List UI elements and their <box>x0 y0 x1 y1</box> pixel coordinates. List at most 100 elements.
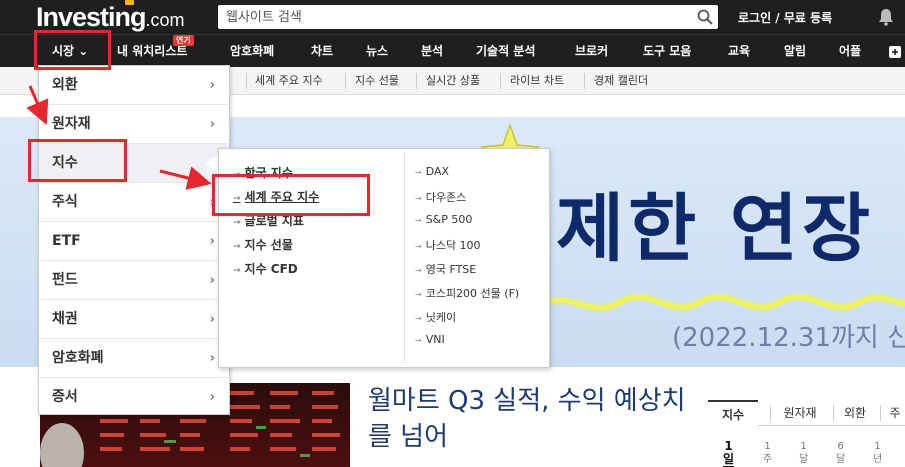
annotation-box-world-indices <box>212 174 370 216</box>
site-logo[interactable]: Investing.com <box>36 2 185 33</box>
annotation-arrow-icon <box>159 166 212 190</box>
market-tabs: 지수 원자재 외환 주 <box>708 400 905 426</box>
tab-divider <box>770 405 771 421</box>
flyout-nikkei[interactable]: → 닛케이 <box>415 309 456 325</box>
flyout-sp500[interactable]: → S&P 500 <box>415 213 472 226</box>
annotation-box-indices <box>28 139 127 182</box>
nav-news[interactable]: 뉴스 <box>366 35 388 68</box>
chevron-right-icon: › <box>209 234 215 249</box>
period-unit: 주 <box>763 454 773 465</box>
arrow-right-icon: → <box>415 336 422 345</box>
arrow-right-icon: → <box>415 266 422 275</box>
nav-brokers[interactable]: 브로커 <box>575 35 608 68</box>
subnav-economic-calendar[interactable]: 경제 캘린더 <box>594 67 648 95</box>
tab-commodities[interactable]: 원자재 <box>772 400 828 426</box>
dropdown-item-label: 외환 <box>52 77 78 93</box>
subnav-world-indices[interactable]: 세계 주요 지수 <box>255 67 323 95</box>
flyout-item-label: S&P 500 <box>425 213 473 226</box>
flyout-ftse[interactable]: → 영국 FTSE <box>415 261 476 277</box>
dropdown-item-crypto[interactable]: 암호화폐 › <box>39 339 229 378</box>
tab-indices[interactable]: 지수 <box>708 400 758 426</box>
nav-apps[interactable]: 어플 <box>839 35 861 68</box>
tab-stocks[interactable]: 주 <box>884 400 905 426</box>
banner-title: 제한 연장 <box>556 186 875 272</box>
flyout-item-label: 지수 CFD <box>244 262 298 276</box>
flyout-index-cfd[interactable]: → 지수 CFD <box>233 260 298 277</box>
dropdown-item-label: 증서 <box>52 389 78 405</box>
subnav-divider <box>416 73 417 89</box>
flyout-item-label: 닛케이 <box>425 311 457 324</box>
flyout-dow-jones[interactable]: → 다우존스 <box>415 189 466 205</box>
dropdown-item-label: 원자재 <box>52 116 91 132</box>
arrow-right-icon: → <box>415 314 422 323</box>
arrow-right-icon: → <box>415 194 422 203</box>
bell-icon[interactable] <box>878 8 894 26</box>
dropdown-item-label: ETF <box>52 233 81 249</box>
dropdown-item-certificates[interactable]: 증서 › <box>39 378 229 417</box>
dropdown-item-forex[interactable]: 외환 › <box>39 66 229 105</box>
flyout-item-label: 지수 선물 <box>244 238 293 252</box>
flyout-vni[interactable]: → VNI <box>415 333 445 346</box>
flyout-item-label: 다우존스 <box>425 191 467 204</box>
flyout-item-label: 영국 FTSE <box>425 263 477 276</box>
dropdown-item-funds[interactable]: 펀드 › <box>39 261 229 300</box>
search-icon[interactable] <box>696 8 714 26</box>
tab-divider <box>880 405 881 421</box>
subnav-index-futures[interactable]: 지수 선물 <box>355 67 399 95</box>
search-input[interactable] <box>226 8 686 26</box>
logo-suffix: .com <box>145 10 185 30</box>
flyout-dax[interactable]: → DAX <box>415 165 449 178</box>
annotation-box-markets <box>34 30 111 70</box>
dropdown-item-bonds[interactable]: 채권 › <box>39 300 229 339</box>
period-6month[interactable]: 6 달 <box>836 440 845 466</box>
period-value: 6 <box>837 441 844 452</box>
nav-analysis[interactable]: 분석 <box>421 35 443 68</box>
flyout-item-label: 코스피200 선물 (F) <box>425 287 520 300</box>
flyout-index-futures[interactable]: → 지수 선물 <box>233 236 293 253</box>
nav-charts[interactable]: 차트 <box>311 35 333 68</box>
flyout-kospi200-futures[interactable]: → 코스피200 선물 (F) <box>415 285 519 301</box>
flyout-nasdaq100[interactable]: → 나스닥 100 <box>415 237 481 253</box>
logo-text: Investing <box>36 2 147 32</box>
nav-alerts[interactable]: 알림 <box>784 35 806 68</box>
period-unit: 달 <box>836 454 846 465</box>
subnav-live-commodities[interactable]: 실시간 상품 <box>426 67 480 95</box>
period-value: 1 <box>874 441 881 452</box>
nav-tools[interactable]: 도구 모음 <box>643 35 691 68</box>
period-1week[interactable]: 1 주 <box>763 440 772 466</box>
dropdown-item-label: 펀드 <box>52 272 78 288</box>
chevron-right-icon: › <box>209 117 215 132</box>
tab-forex[interactable]: 외환 <box>835 400 875 426</box>
period-1day[interactable]: 1 일 <box>723 440 735 467</box>
annotation-arrow-icon <box>26 85 49 126</box>
period-value: 1 <box>764 441 771 452</box>
tab-divider <box>833 405 834 421</box>
nav-technical[interactable]: 기술적 분석 <box>476 35 535 68</box>
chevron-right-icon: › <box>209 78 215 93</box>
arrow-right-icon: → <box>233 266 241 276</box>
login-link[interactable]: 로그인 / 무료 등록 <box>738 9 832 26</box>
period-1month[interactable]: 1 달 <box>799 440 808 466</box>
subnav-divider <box>500 73 501 89</box>
period-1year[interactable]: 1 년 <box>873 440 882 466</box>
article-headline[interactable]: 월마트 Q3 실적, 수익 예상치를 넘어 <box>368 383 698 455</box>
period-unit: 달 <box>799 454 809 465</box>
flyout-item-label: 나스닥 100 <box>425 239 481 252</box>
dropdown-item-etf[interactable]: ETF › <box>39 222 229 261</box>
banner-subtitle: (2022.12.31까지 신 <box>672 323 905 353</box>
dropdown-item-label: 주식 <box>52 194 78 210</box>
nav-education[interactable]: 교육 <box>728 35 750 68</box>
arrow-right-icon: → <box>415 168 422 177</box>
subnav-divider <box>246 73 247 89</box>
flyout-divider <box>404 153 405 363</box>
nav-crypto[interactable]: 암호화폐 <box>230 35 274 68</box>
period-value: 1 <box>800 441 807 452</box>
subnav-live-charts[interactable]: 라이브 차트 <box>510 67 564 95</box>
chevron-right-icon: › <box>209 273 215 288</box>
more-icon[interactable] <box>888 45 902 59</box>
top-bar: Investing.com 로그인 / 무료 등록 <box>0 0 905 34</box>
nav-badge: 연기 <box>173 35 194 46</box>
dropdown-item-label: 암호화폐 <box>52 350 104 366</box>
arrow-right-icon: → <box>415 290 422 299</box>
period-unit: 년 <box>873 454 883 465</box>
